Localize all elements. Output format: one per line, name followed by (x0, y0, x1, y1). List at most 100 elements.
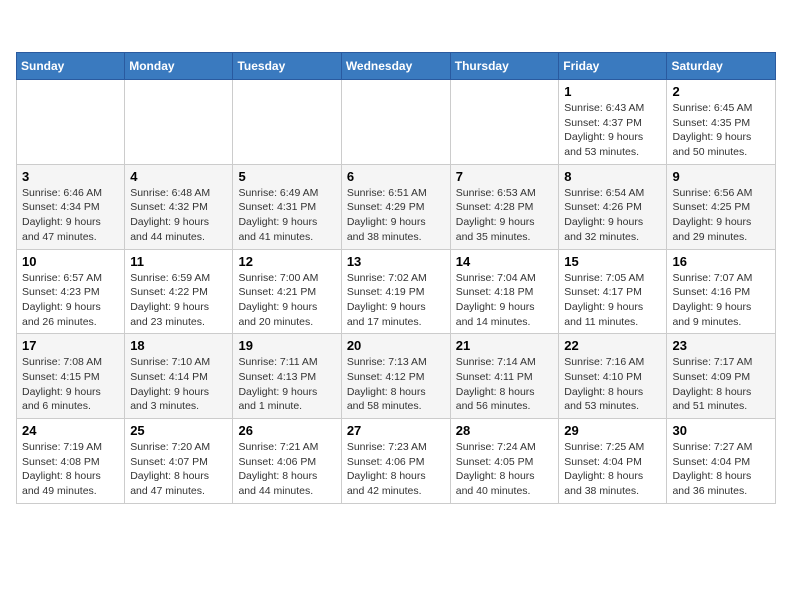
day-info: Sunrise: 6:45 AM Sunset: 4:35 PM Dayligh… (672, 101, 770, 160)
day-number: 17 (22, 338, 119, 353)
day-info: Sunrise: 7:00 AM Sunset: 4:21 PM Dayligh… (238, 271, 335, 330)
calendar-cell: 24 Sunrise: 7:19 AM Sunset: 4:08 PM Dayli… (17, 419, 125, 504)
calendar-cell: 10 Sunrise: 6:57 AM Sunset: 4:23 PM Dayli… (17, 249, 125, 334)
day-info: Sunrise: 7:05 AM Sunset: 4:17 PM Dayligh… (564, 271, 661, 330)
weekday-header: Tuesday (233, 53, 341, 80)
day-number: 15 (564, 254, 661, 269)
day-info: Sunrise: 6:53 AM Sunset: 4:28 PM Dayligh… (456, 186, 554, 245)
day-info: Sunrise: 6:49 AM Sunset: 4:31 PM Dayligh… (238, 186, 335, 245)
day-number: 12 (238, 254, 335, 269)
calendar-cell (125, 80, 233, 165)
calendar-cell: 7 Sunrise: 6:53 AM Sunset: 4:28 PM Daylig… (450, 164, 559, 249)
calendar-cell: 6 Sunrise: 6:51 AM Sunset: 4:29 PM Daylig… (341, 164, 450, 249)
day-info: Sunrise: 7:25 AM Sunset: 4:04 PM Dayligh… (564, 440, 661, 499)
day-number: 6 (347, 169, 445, 184)
calendar-cell: 8Sunrise: 6:54 AM Sunset: 4:26 PM Daylig… (559, 164, 667, 249)
day-number: 28 (456, 423, 554, 438)
weekday-header: Monday (125, 53, 233, 80)
day-info: Sunrise: 7:19 AM Sunset: 4:08 PM Dayligh… (22, 440, 119, 499)
day-info: Sunrise: 7:14 AM Sunset: 4:11 PM Dayligh… (456, 355, 554, 414)
day-number: 22 (564, 338, 661, 353)
day-number: 5 (238, 169, 335, 184)
calendar-week-row: 3Sunrise: 6:46 AM Sunset: 4:34 PM Daylig… (17, 164, 776, 249)
calendar-cell: 25 Sunrise: 7:20 AM Sunset: 4:07 PM Dayli… (125, 419, 233, 504)
day-number: 20 (347, 338, 445, 353)
day-number: 26 (238, 423, 335, 438)
calendar-cell (450, 80, 559, 165)
calendar-cell: 11 Sunrise: 6:59 AM Sunset: 4:22 PM Dayli… (125, 249, 233, 334)
day-info: Sunrise: 7:02 AM Sunset: 4:19 PM Dayligh… (347, 271, 445, 330)
day-number: 7 (456, 169, 554, 184)
day-info: Sunrise: 6:57 AM Sunset: 4:23 PM Dayligh… (22, 271, 119, 330)
calendar-cell: 20 Sunrise: 7:13 AM Sunset: 4:12 PM Dayli… (341, 334, 450, 419)
calendar-cell: 3Sunrise: 6:46 AM Sunset: 4:34 PM Daylig… (17, 164, 125, 249)
day-number: 27 (347, 423, 445, 438)
day-info: Sunrise: 7:16 AM Sunset: 4:10 PM Dayligh… (564, 355, 661, 414)
day-number: 18 (130, 338, 227, 353)
day-number: 2 (672, 84, 770, 99)
day-number: 24 (22, 423, 119, 438)
calendar-cell: 5 Sunrise: 6:49 AM Sunset: 4:31 PM Daylig… (233, 164, 341, 249)
day-number: 10 (22, 254, 119, 269)
calendar-week-row: 10 Sunrise: 6:57 AM Sunset: 4:23 PM Dayli… (17, 249, 776, 334)
calendar-cell: 15 Sunrise: 7:05 AM Sunset: 4:17 PM Dayli… (559, 249, 667, 334)
day-info: Sunrise: 7:27 AM Sunset: 4:04 PM Dayligh… (672, 440, 770, 499)
day-info: Sunrise: 7:20 AM Sunset: 4:07 PM Dayligh… (130, 440, 227, 499)
day-number: 4 (130, 169, 227, 184)
day-info: Sunrise: 7:10 AM Sunset: 4:14 PM Dayligh… (130, 355, 227, 414)
day-info: Sunrise: 7:23 AM Sunset: 4:06 PM Dayligh… (347, 440, 445, 499)
calendar-cell: 28 Sunrise: 7:24 AM Sunset: 4:05 PM Dayli… (450, 419, 559, 504)
calendar-cell: 21 Sunrise: 7:14 AM Sunset: 4:11 PM Dayli… (450, 334, 559, 419)
calendar-cell: 16 Sunrise: 7:07 AM Sunset: 4:16 PM Dayli… (667, 249, 776, 334)
day-info: Sunrise: 7:11 AM Sunset: 4:13 PM Dayligh… (238, 355, 335, 414)
day-number: 25 (130, 423, 227, 438)
day-info: Sunrise: 7:17 AM Sunset: 4:09 PM Dayligh… (672, 355, 770, 414)
day-info: Sunrise: 6:54 AM Sunset: 4:26 PM Dayligh… (564, 186, 661, 245)
weekday-header: Sunday (17, 53, 125, 80)
day-info: Sunrise: 6:51 AM Sunset: 4:29 PM Dayligh… (347, 186, 445, 245)
calendar-cell: 13 Sunrise: 7:02 AM Sunset: 4:19 PM Dayli… (341, 249, 450, 334)
calendar-table: SundayMondayTuesdayWednesdayThursdayFrid… (16, 52, 776, 504)
calendar-cell: 26 Sunrise: 7:21 AM Sunset: 4:06 PM Dayli… (233, 419, 341, 504)
weekday-header-row: SundayMondayTuesdayWednesdayThursdayFrid… (17, 53, 776, 80)
day-info: Sunrise: 6:43 AM Sunset: 4:37 PM Dayligh… (564, 101, 661, 160)
day-info: Sunrise: 6:59 AM Sunset: 4:22 PM Dayligh… (130, 271, 227, 330)
calendar-week-row: 1Sunrise: 6:43 AM Sunset: 4:37 PM Daylig… (17, 80, 776, 165)
calendar-week-row: 17Sunrise: 7:08 AM Sunset: 4:15 PM Dayli… (17, 334, 776, 419)
day-info: Sunrise: 7:24 AM Sunset: 4:05 PM Dayligh… (456, 440, 554, 499)
calendar-cell: 18 Sunrise: 7:10 AM Sunset: 4:14 PM Dayli… (125, 334, 233, 419)
day-info: Sunrise: 7:07 AM Sunset: 4:16 PM Dayligh… (672, 271, 770, 330)
day-number: 13 (347, 254, 445, 269)
day-info: Sunrise: 7:13 AM Sunset: 4:12 PM Dayligh… (347, 355, 445, 414)
logo-icon (16, 16, 44, 44)
calendar-cell: 19 Sunrise: 7:11 AM Sunset: 4:13 PM Dayli… (233, 334, 341, 419)
calendar-cell: 30 Sunrise: 7:27 AM Sunset: 4:04 PM Dayli… (667, 419, 776, 504)
calendar-cell: 14Sunrise: 7:04 AM Sunset: 4:18 PM Dayli… (450, 249, 559, 334)
calendar-cell (17, 80, 125, 165)
calendar-cell: 29Sunrise: 7:25 AM Sunset: 4:04 PM Dayli… (559, 419, 667, 504)
day-info: Sunrise: 6:56 AM Sunset: 4:25 PM Dayligh… (672, 186, 770, 245)
day-number: 11 (130, 254, 227, 269)
weekday-header: Wednesday (341, 53, 450, 80)
calendar-cell: 12 Sunrise: 7:00 AM Sunset: 4:21 PM Dayli… (233, 249, 341, 334)
day-number: 19 (238, 338, 335, 353)
calendar-cell (233, 80, 341, 165)
calendar-cell: 1Sunrise: 6:43 AM Sunset: 4:37 PM Daylig… (559, 80, 667, 165)
day-info: Sunrise: 6:48 AM Sunset: 4:32 PM Dayligh… (130, 186, 227, 245)
day-number: 9 (672, 169, 770, 184)
calendar-week-row: 24 Sunrise: 7:19 AM Sunset: 4:08 PM Dayli… (17, 419, 776, 504)
day-number: 3 (22, 169, 119, 184)
day-number: 23 (672, 338, 770, 353)
day-number: 16 (672, 254, 770, 269)
day-info: Sunrise: 7:21 AM Sunset: 4:06 PM Dayligh… (238, 440, 335, 499)
day-number: 21 (456, 338, 554, 353)
day-number: 30 (672, 423, 770, 438)
weekday-header: Friday (559, 53, 667, 80)
day-info: Sunrise: 7:04 AM Sunset: 4:18 PM Dayligh… (456, 271, 554, 330)
calendar-cell: 22 Sunrise: 7:16 AM Sunset: 4:10 PM Dayli… (559, 334, 667, 419)
calendar-cell (341, 80, 450, 165)
calendar-cell: 9 Sunrise: 6:56 AM Sunset: 4:25 PM Daylig… (667, 164, 776, 249)
weekday-header: Thursday (450, 53, 559, 80)
page-header (16, 16, 776, 44)
calendar-cell: 27 Sunrise: 7:23 AM Sunset: 4:06 PM Dayli… (341, 419, 450, 504)
